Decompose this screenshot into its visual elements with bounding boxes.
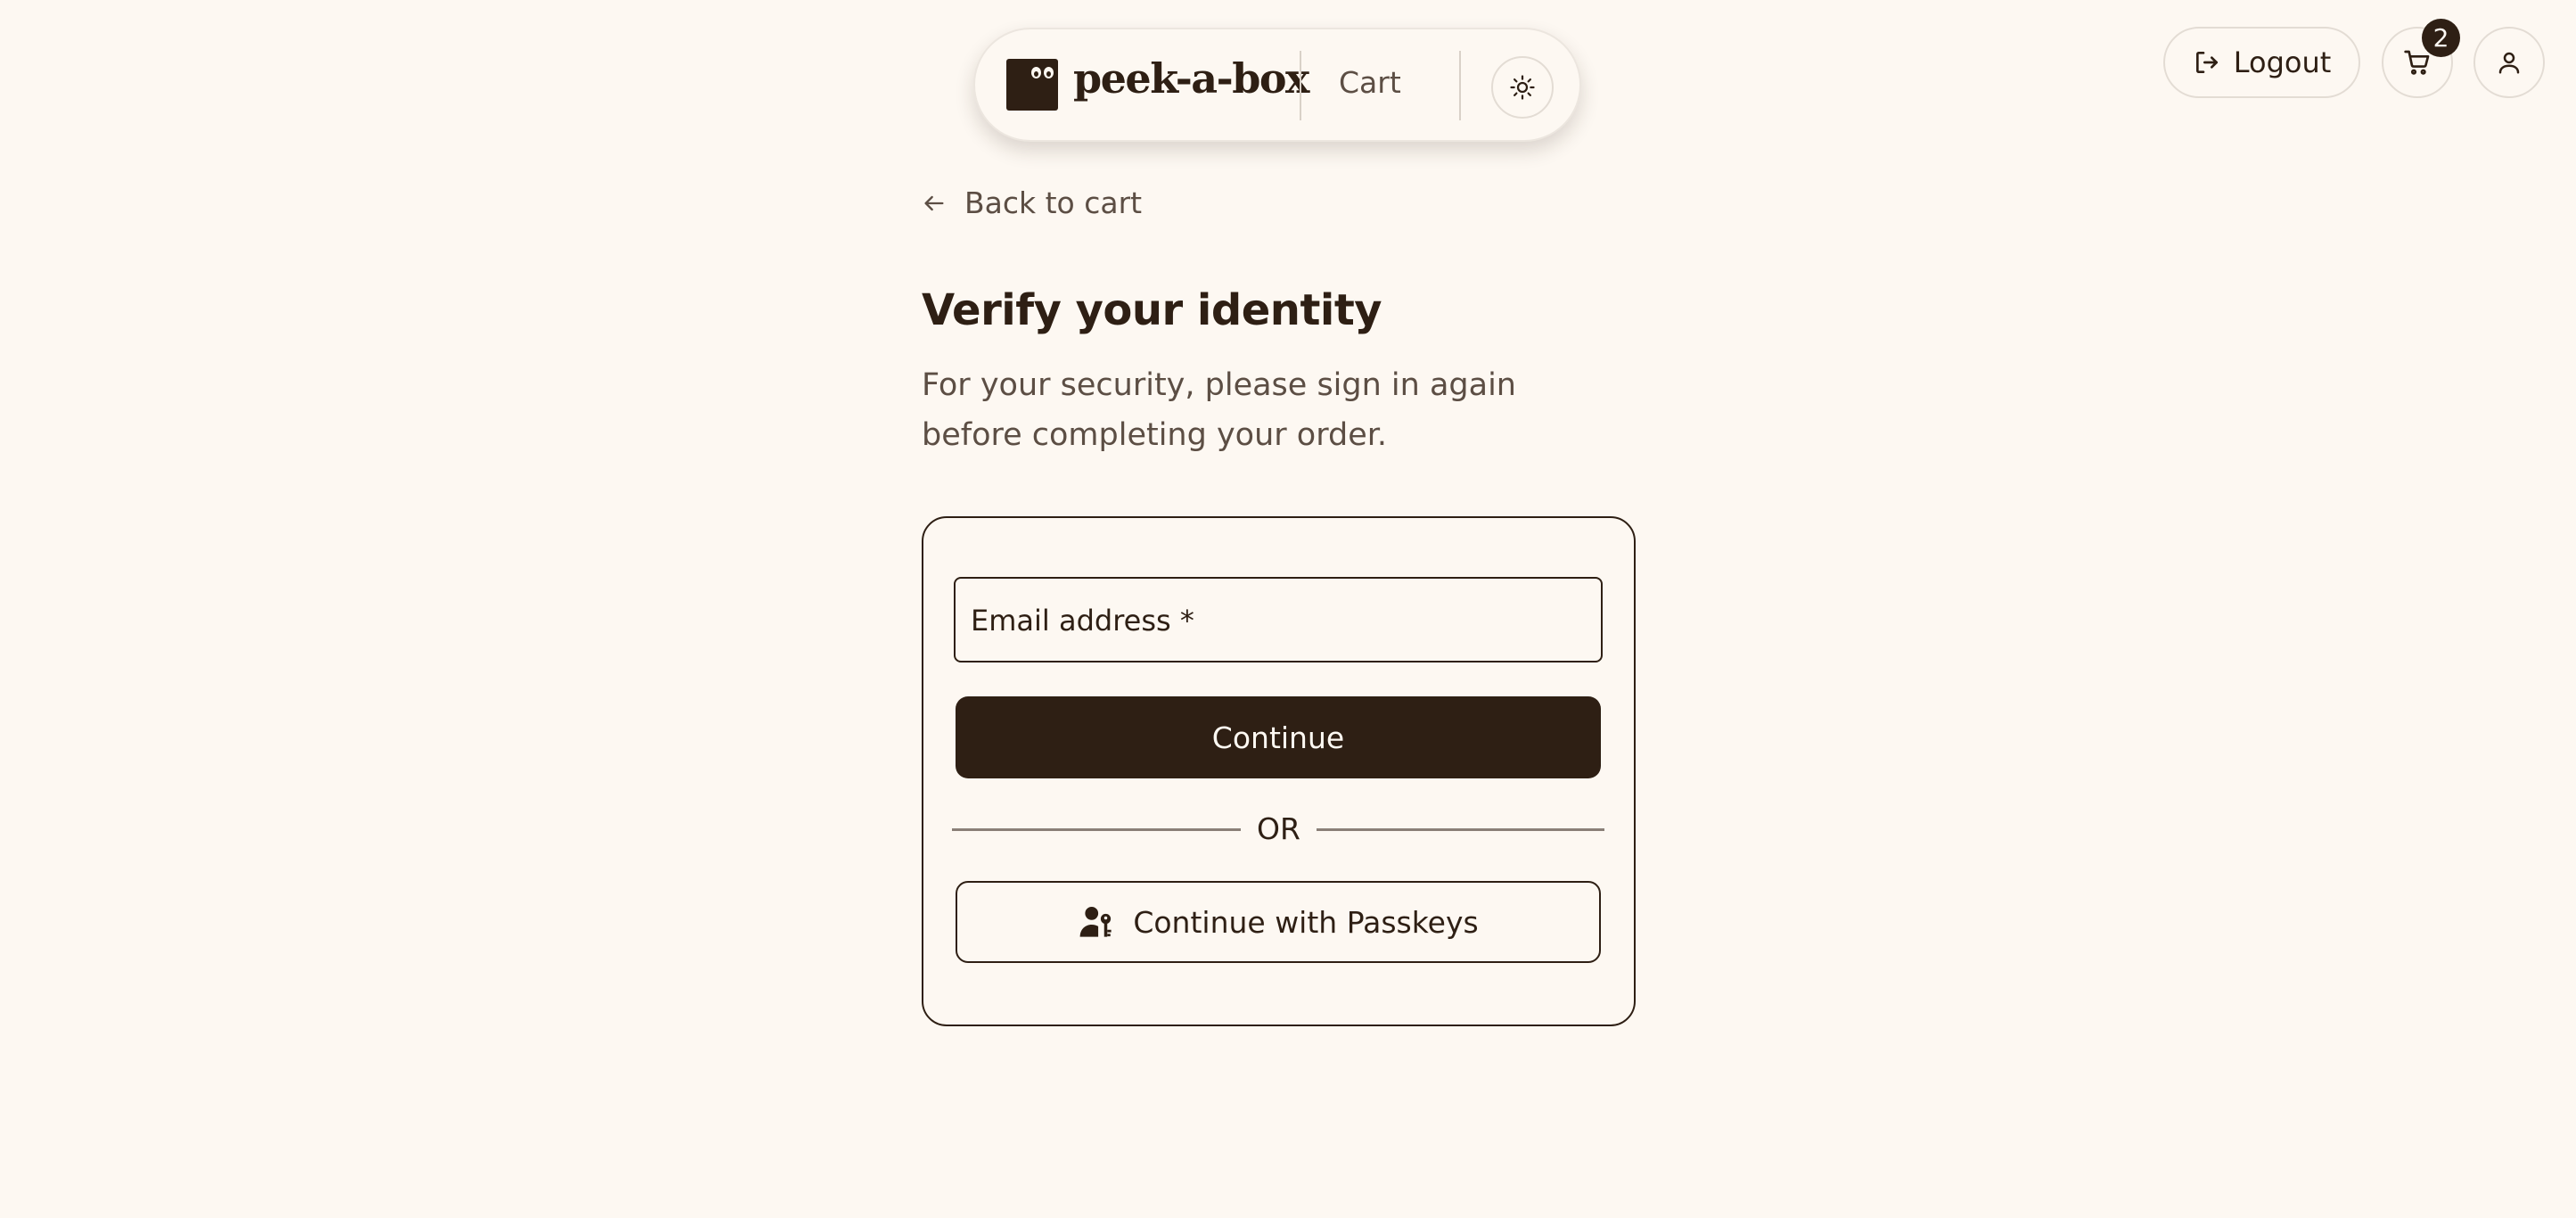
theme-toggle-button[interactable] [1491,56,1554,119]
nav-divider [1459,51,1461,120]
top-nav: peek-a-box Cart [973,28,1581,142]
passkey-icon [1079,907,1112,937]
email-field[interactable]: Email address * [954,577,1603,662]
logout-icon [2195,52,2218,73]
or-divider-text: OR [1257,811,1300,846]
logo-text[interactable]: peek-a-box [1073,54,1309,103]
logout-button[interactable]: Logout [2163,27,2360,98]
back-to-cart-link[interactable]: Back to cart [922,185,1142,220]
logo-mark[interactable] [1006,59,1058,111]
account-button[interactable] [2473,27,2545,98]
continue-with-passkeys-button[interactable]: Continue with Passkeys [956,881,1601,963]
logout-label: Logout [2233,45,2332,79]
continue-button[interactable]: Continue [956,696,1601,778]
divider-line-left [952,828,1241,831]
logo-eye-right [1044,67,1054,78]
divider-line-right [1317,828,1604,831]
arrow-left-icon [924,195,944,210]
cart-icon [2404,50,2430,75]
nav-divider [1300,51,1301,120]
back-link-label: Back to cart [964,185,1143,220]
cart-count-badge: 2 [2422,19,2460,57]
sun-icon [1510,75,1535,100]
nav-cart-link[interactable]: Cart [1339,65,1401,100]
passkeys-button-label: Continue with Passkeys [1133,904,1479,940]
page-title: Verify your identity [922,285,1382,335]
email-field-label: Email address * [971,604,1194,638]
logo-eye-left [1031,67,1041,78]
user-icon [2498,52,2520,74]
page-subtitle: For your security, please sign in again … [922,367,1516,453]
